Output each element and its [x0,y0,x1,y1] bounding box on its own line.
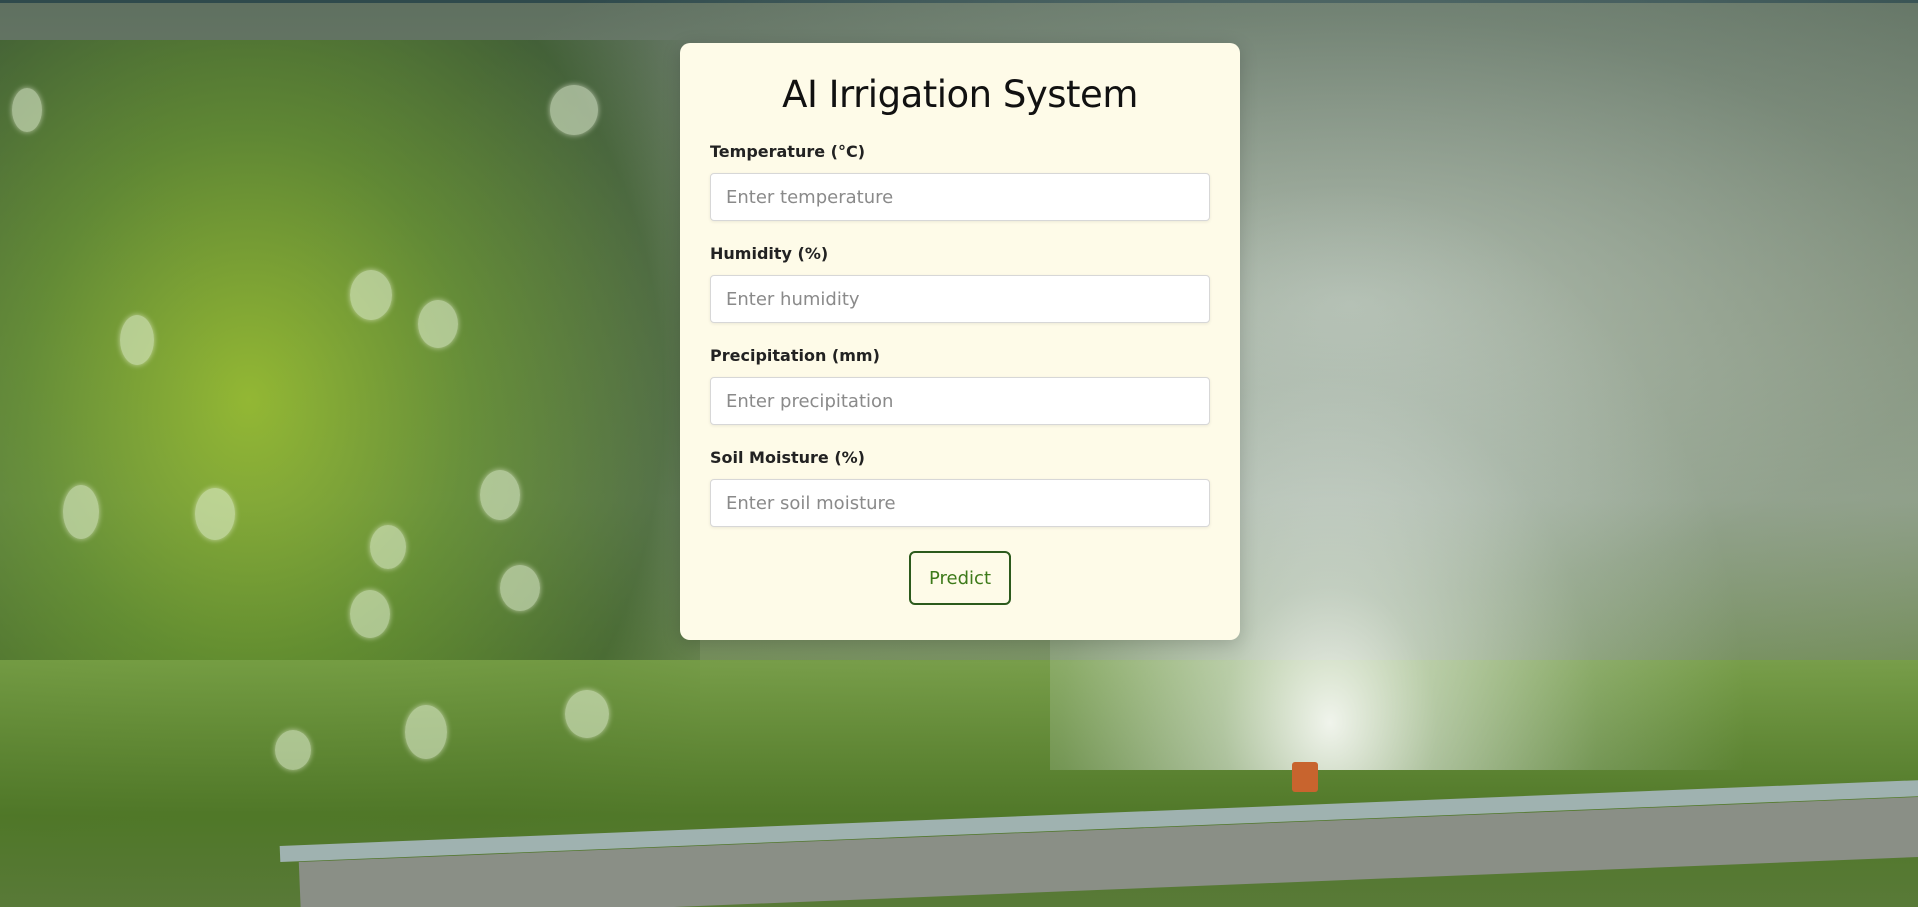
prediction-form-card: AI Irrigation System Temperature (°C) Hu… [680,43,1240,640]
bokeh-light [480,470,520,520]
bokeh-light [500,565,540,611]
bokeh-light [275,730,311,770]
humidity-input[interactable] [710,275,1210,323]
bokeh-light [550,85,598,135]
sprinkler-head [1292,762,1318,792]
precipitation-input[interactable] [710,377,1210,425]
bokeh-light [565,690,609,738]
page-title: AI Irrigation System [782,73,1138,116]
temperature-label: Temperature (°C) [710,142,866,161]
bokeh-light [195,488,235,540]
soil-moisture-label: Soil Moisture (%) [710,448,865,467]
bokeh-light [350,590,390,638]
humidity-label: Humidity (%) [710,244,829,263]
bokeh-light [63,485,99,539]
bokeh-light [405,705,447,759]
temperature-input[interactable] [710,173,1210,221]
precipitation-label: Precipitation (mm) [710,346,880,365]
soil-moisture-input[interactable] [710,479,1210,527]
bokeh-light [12,88,42,132]
predict-button[interactable]: Predict [909,551,1011,605]
bokeh-light [370,525,406,569]
bokeh-light [418,300,458,348]
bokeh-light [350,270,392,320]
bokeh-light [120,315,154,365]
